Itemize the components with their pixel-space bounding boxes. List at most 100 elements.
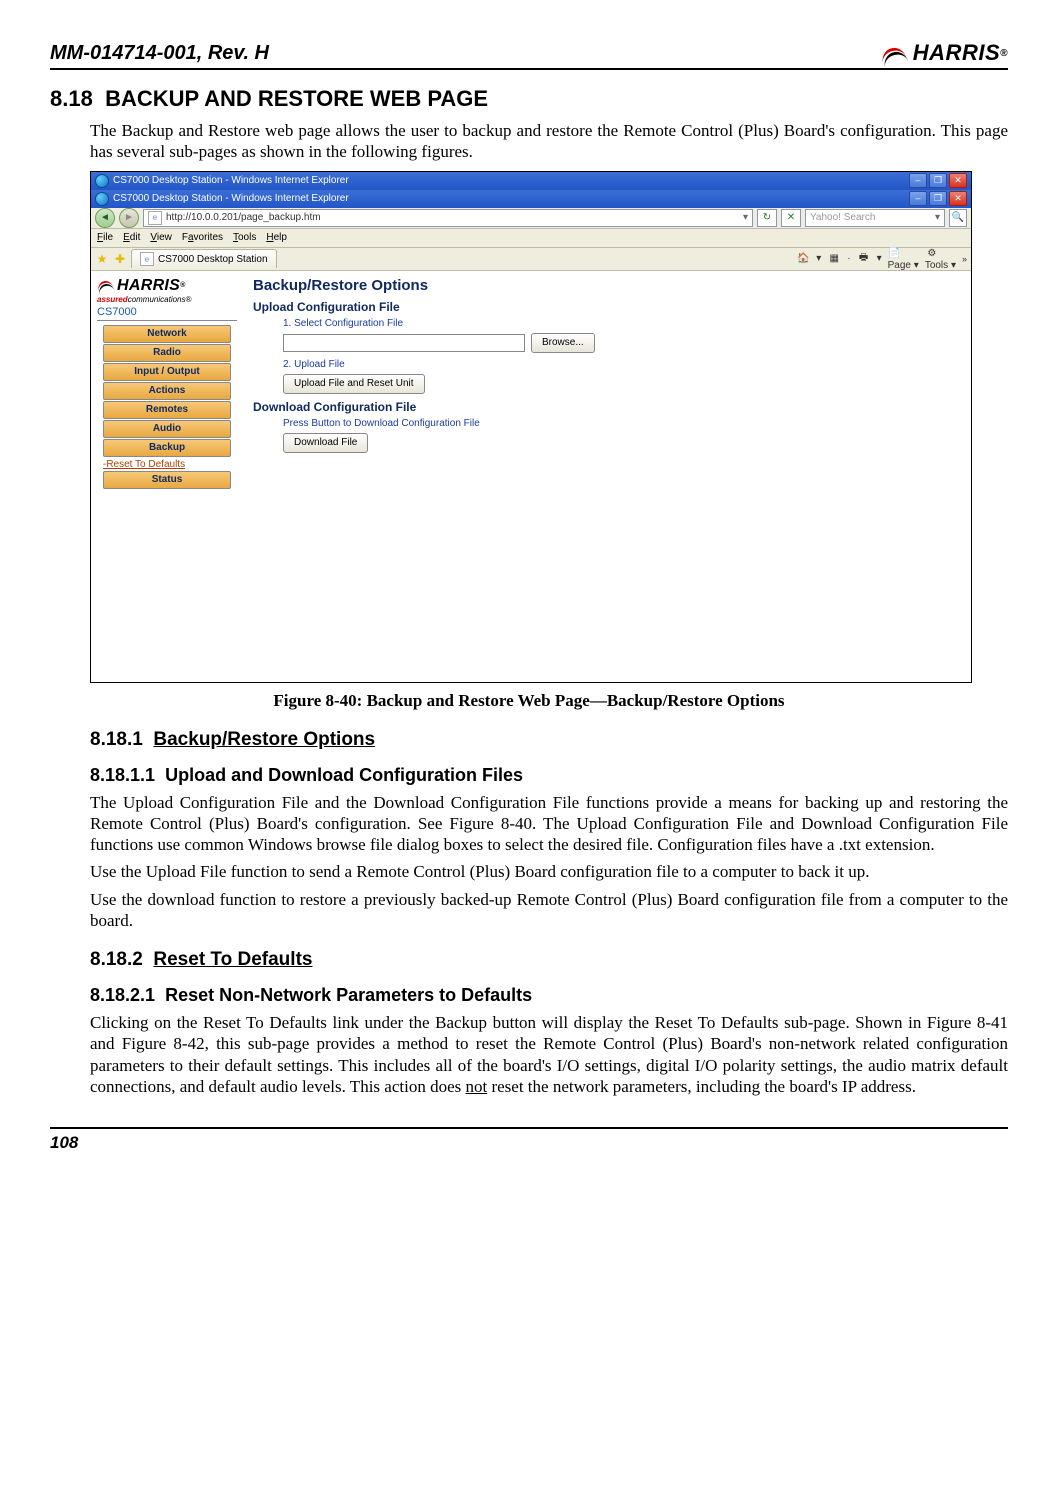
upload-file-button[interactable]: Upload File and Reset Unit [283,374,425,394]
sidebar-item-status[interactable]: Status [103,471,231,489]
sidebar-item-backup[interactable]: Backup [103,439,231,457]
print-icon[interactable]: 🖶 [857,252,871,266]
forward-button[interactable]: ► [119,208,139,228]
page-icon: 📄 [888,246,902,260]
menu-file[interactable]: File [97,232,113,243]
minimize-button[interactable]: – [909,173,927,188]
chevron-right-icon[interactable]: » [962,254,967,264]
search-dropdown-icon[interactable]: ▾ [935,212,940,223]
close-button[interactable]: ✕ [949,173,967,188]
harris-logo: HARRIS® [881,40,1008,66]
home-icon[interactable]: 🏠 [796,252,810,266]
address-bar[interactable]: e http://10.0.0.201/page_backup.htm ▾ [143,209,753,227]
sidebar: HARRIS® assuredcommunications® CS7000 Ne… [91,271,243,683]
refresh-button[interactable]: ↻ [757,209,777,227]
file-path-input[interactable] [283,334,525,352]
sidebar-item-audio[interactable]: Audio [103,420,231,438]
toolbar-right: 🏠 ▾ ▦ · 🖶 ▾ 📄Page ▾ ⚙Tools ▾ » [796,246,967,271]
favorites-star-icon[interactable]: ★ [95,252,109,266]
feeds-icon[interactable]: ▦ [827,252,841,266]
address-dropdown-icon[interactable]: ▾ [743,212,748,223]
menu-tools[interactable]: Tools [233,232,256,243]
sidebar-item-radio[interactable]: Radio [103,344,231,362]
stop-button[interactable]: ✕ [781,209,801,227]
upload-heading: Upload Configuration File [253,300,961,314]
section-intro-paragraph: The Backup and Restore web page allows t… [90,120,1008,163]
inner-window-titlebar: CS7000 Desktop Station - Windows Interne… [91,190,971,208]
figure-caption: Figure 8-40: Backup and Restore Web Page… [50,691,1008,711]
subsection-8-18-1-heading: 8.18.1 Backup/Restore Options [90,729,1008,751]
sidebar-item-input-output[interactable]: Input / Output [103,363,231,381]
maximize-button[interactable]: ❐ [929,173,947,188]
subsubsection-8-18-1-1-heading: 8.18.1.1 Upload and Download Configurati… [90,765,1008,786]
outer-window-title: CS7000 Desktop Station - Windows Interne… [113,175,349,186]
page-footer: 108 [50,1127,1008,1153]
minimize-button[interactable]: – [909,191,927,206]
search-placeholder: Yahoo! Search [810,212,875,223]
download-heading: Download Configuration File [253,400,961,414]
back-button[interactable]: ◄ [95,208,115,228]
close-button[interactable]: ✕ [949,191,967,206]
dropdown-icon[interactable]: ▾ [816,253,821,264]
menu-help[interactable]: Help [266,232,287,243]
para-81811-3: Use the download function to restore a p… [90,889,1008,932]
dropdown-icon[interactable]: ▾ [877,253,882,264]
para-text-not: not [465,1077,487,1096]
tab-favicon-icon: e [140,252,154,266]
logo-swoosh-icon [881,44,909,62]
sidebar-item-actions[interactable]: Actions [103,382,231,400]
section-number: 8.18 [50,86,93,111]
page-number: 108 [50,1133,78,1152]
subsection-title: Backup/Restore Options [153,729,375,750]
browse-button[interactable]: Browse... [531,333,595,353]
outer-window-titlebar: CS7000 Desktop Station - Windows Interne… [91,172,971,190]
sidebar-link-reset-defaults[interactable]: -Reset To Defaults [103,459,231,470]
main-panel: Backup/Restore Options Upload Configurat… [243,271,971,683]
para-text-b: reset the network parameters, including … [487,1077,916,1096]
gear-icon: ⚙ [925,246,939,260]
download-file-button[interactable]: Download File [283,433,368,453]
para-81811-1: The Upload Configuration File and the Do… [90,792,1008,856]
tab-toolbar: ★ ✚ e CS7000 Desktop Station 🏠 ▾ ▦ · 🖶 ▾ 📄… [91,248,971,271]
toolbar-page[interactable]: 📄Page ▾ [888,246,919,271]
step-1-label: 1. Select Configuration File [283,318,961,329]
page-favicon-icon: e [148,211,162,225]
subsub-title: Upload and Download Configuration Files [165,765,523,785]
section-title: BACKUP AND RESTORE WEB PAGE [105,86,488,111]
add-favorites-icon[interactable]: ✚ [113,252,127,266]
browser-tab[interactable]: e CS7000 Desktop Station [131,249,277,268]
subsection-number: 8.18.2 [90,949,143,970]
search-box[interactable]: Yahoo! Search ▾ [805,209,945,227]
separator: · [847,253,850,264]
maximize-button[interactable]: ❐ [929,191,947,206]
menu-view[interactable]: View [150,232,172,243]
para-81811-2: Use the Upload File function to send a R… [90,861,1008,882]
document-id: MM-014714-001, Rev. H [50,42,269,65]
registered-mark: ® [180,282,185,289]
subsub-number: 8.18.2.1 [90,985,155,1005]
menu-bar: File Edit View Favorites Tools Help [91,229,971,248]
subsection-8-18-2-heading: 8.18.2 Reset To Defaults [90,949,1008,971]
subsection-title: Reset To Defaults [153,949,312,970]
sidebar-item-remotes[interactable]: Remotes [103,401,231,419]
url-text: http://10.0.0.201/page_backup.htm [166,212,321,223]
section-8-18-heading: 8.18 BACKUP AND RESTORE WEB PAGE [50,86,1008,112]
tagline-black: communications® [128,295,192,304]
menu-favorites[interactable]: Favorites [182,232,223,243]
page-content: HARRIS® assuredcommunications® CS7000 Ne… [91,271,971,683]
sidebar-logo: HARRIS® [97,277,237,295]
address-bar-row: ◄ ► e http://10.0.0.201/page_backup.htm … [91,208,971,229]
step-2-label: 2. Upload File [283,359,961,370]
subsub-title: Reset Non-Network Parameters to Defaults [165,985,532,1005]
sidebar-tagline: assuredcommunications® [97,295,237,304]
inner-window-title: CS7000 Desktop Station - Windows Interne… [113,193,349,204]
sidebar-item-network[interactable]: Network [103,325,231,343]
toolbar-tools[interactable]: ⚙Tools ▾ [925,246,956,271]
ie-icon [95,174,109,188]
sidebar-model: CS7000 [97,306,237,321]
menu-edit[interactable]: Edit [123,232,140,243]
search-go-button[interactable]: 🔍 [949,209,967,227]
tagline-red: assured [97,295,128,304]
page-header: MM-014714-001, Rev. H HARRIS® [50,40,1008,70]
screenshot-figure: CS7000 Desktop Station - Windows Interne… [90,171,972,683]
